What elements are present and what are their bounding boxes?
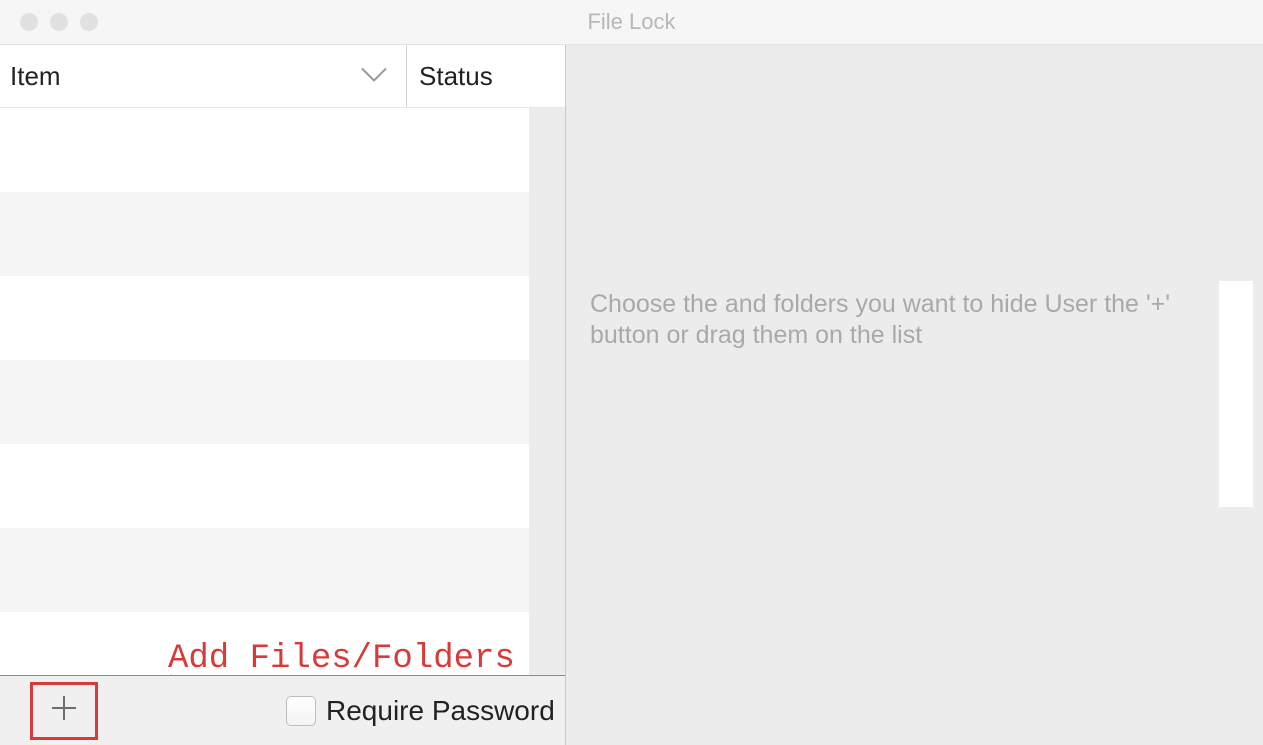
- hint-text: Choose the and folders you want to hide …: [590, 289, 1215, 352]
- window-controls: [20, 13, 98, 31]
- detail-pane: Choose the and folders you want to hide …: [566, 45, 1263, 745]
- main-split: Item Status Add Files/Folders: [0, 45, 1263, 745]
- titlebar: File Lock: [0, 0, 1263, 45]
- table-row[interactable]: [0, 528, 565, 612]
- table-row[interactable]: [0, 276, 565, 360]
- scrollbar-thumb[interactable]: [1219, 281, 1253, 507]
- minimize-window-button[interactable]: [50, 13, 68, 31]
- add-button[interactable]: [30, 682, 98, 740]
- table-row[interactable]: [0, 192, 565, 276]
- list-gutter: [529, 108, 565, 675]
- table-header: Item Status: [0, 45, 565, 108]
- zoom-window-button[interactable]: [80, 13, 98, 31]
- table-row[interactable]: [0, 444, 565, 528]
- close-window-button[interactable]: [20, 13, 38, 31]
- window-title: File Lock: [0, 9, 1263, 35]
- plus-icon: [49, 693, 79, 728]
- file-list-pane: Item Status Add Files/Folders: [0, 45, 566, 745]
- column-header-status[interactable]: Status: [407, 45, 565, 107]
- table-row[interactable]: [0, 108, 565, 192]
- chevron-down-icon: [360, 61, 388, 92]
- column-header-item-label: Item: [10, 61, 61, 92]
- table-row[interactable]: [0, 360, 565, 444]
- column-header-item[interactable]: Item: [0, 45, 407, 107]
- table-rows[interactable]: Add Files/Folders: [0, 108, 565, 675]
- table-row[interactable]: [0, 612, 565, 675]
- require-password-checkbox[interactable]: [286, 696, 316, 726]
- require-password-label: Require Password: [326, 695, 555, 727]
- bottom-toolbar: Require Password: [0, 675, 565, 745]
- column-header-status-label: Status: [419, 61, 493, 92]
- require-password-option: Require Password: [286, 676, 555, 745]
